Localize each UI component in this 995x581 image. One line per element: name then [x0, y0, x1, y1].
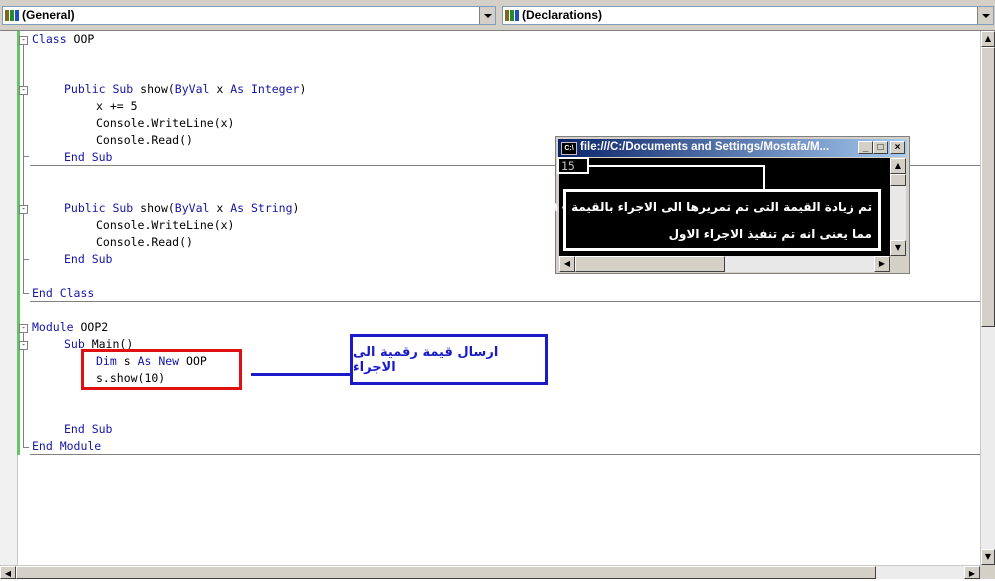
scroll-down-icon[interactable]: ▼ — [981, 549, 995, 565]
code-line[interactable]: Public Sub show(ByVal x As Integer) — [64, 81, 306, 98]
console-vertical-scrollbar[interactable]: ▲ ▼ — [890, 158, 906, 256]
maximize-button[interactable]: □ — [873, 141, 888, 154]
code-line[interactable]: Console.WriteLine(x) — [96, 217, 234, 234]
editor-vertical-scrollbar[interactable]: ▲ ▼ — [980, 31, 995, 565]
editor-gutter — [0, 31, 18, 565]
scroll-left-icon[interactable]: ◀ — [559, 256, 575, 272]
procedure-separator — [30, 301, 980, 302]
scroll-down-icon[interactable]: ▼ — [890, 240, 906, 256]
console-title: file:///C:/Documents and Settings/Mostaf… — [580, 141, 830, 153]
scroll-right-icon[interactable]: ▶ — [874, 256, 890, 272]
declarations-icon — [505, 10, 519, 21]
console-output-area[interactable]: 15 تم زيادة القيمة التى تم تمريرها الى ا… — [552, 157, 890, 256]
fold-guide — [23, 333, 24, 447]
fold-end — [23, 259, 29, 260]
fold-end — [23, 156, 29, 157]
object-combo[interactable]: (General) — [2, 6, 496, 25]
highlight-box-output — [557, 157, 589, 174]
code-line[interactable]: Console.Read() — [96, 234, 193, 251]
scroll-thumb[interactable] — [575, 256, 725, 272]
procedure-combo-value: (Declarations) — [522, 8, 603, 22]
code-editor[interactable]: - - - - - Class OOP Public Sub show(ByVa… — [0, 31, 980, 565]
chevron-down-icon[interactable] — [479, 7, 495, 24]
scrollbar-corner — [980, 565, 995, 579]
console-icon: C:\ — [561, 142, 577, 155]
code-line[interactable]: Module OOP2 — [32, 319, 108, 336]
code-line[interactable]: Class OOP — [32, 31, 94, 48]
annotation-note-call: ارسال قيمة رقمية الى الاجراء — [350, 334, 548, 385]
annotation-note-line: تم زيادة القيمة التى تم تمريرها الى الاج… — [552, 200, 872, 214]
code-line[interactable]: Public Sub show(ByVal x As String) — [64, 200, 299, 217]
annotation-connector — [763, 165, 765, 189]
scroll-thumb[interactable] — [16, 566, 876, 579]
annotation-note-text: ارسال قيمة رقمية الى الاجراء — [353, 344, 499, 375]
class-icon — [5, 10, 19, 21]
scroll-left-icon[interactable]: ◀ — [0, 566, 16, 579]
annotation-note-output: تم زيادة القيمة التى تم تمريرها الى الاج… — [552, 189, 881, 251]
code-line[interactable]: End Sub — [64, 421, 112, 438]
code-line[interactable]: End Class — [32, 285, 94, 302]
fold-end — [23, 293, 29, 294]
collapse-icon[interactable]: - — [19, 324, 28, 333]
console-horizontal-scrollbar[interactable]: ◀ ▶ — [559, 256, 890, 272]
code-line[interactable]: End Sub — [64, 251, 112, 268]
console-window[interactable]: C:\ file:///C:/Documents and Settings/Mo… — [552, 136, 910, 274]
collapse-icon[interactable]: - — [19, 341, 28, 350]
fold-guide — [23, 45, 24, 293]
code-line[interactable]: x += 5 — [96, 98, 138, 115]
minimize-button[interactable]: _ — [858, 141, 873, 154]
code-line[interactable]: Console.WriteLine(x) — [96, 115, 234, 132]
editor-toolbar: (General) (Declarations) — [0, 0, 995, 31]
fold-end — [23, 447, 29, 448]
procedure-combo[interactable]: (Declarations) — [502, 6, 994, 25]
procedure-separator — [30, 454, 980, 455]
scroll-up-icon[interactable]: ▲ — [981, 31, 995, 47]
collapse-icon[interactable]: - — [19, 86, 28, 95]
annotation-note-line: مما يعنى انه تم تنفيذ الاجراء الاول — [668, 227, 872, 241]
code-line[interactable]: End Module — [32, 438, 101, 455]
annotation-connector — [251, 373, 351, 376]
code-line[interactable]: Console.Read() — [96, 132, 193, 149]
scroll-up-icon[interactable]: ▲ — [890, 158, 906, 174]
console-titlebar[interactable]: C:\ file:///C:/Documents and Settings/Mo… — [558, 139, 907, 157]
scroll-thumb[interactable] — [890, 174, 906, 186]
highlight-box-call — [81, 349, 242, 390]
collapse-icon[interactable]: - — [19, 36, 28, 45]
code-line[interactable]: End Sub — [64, 149, 112, 166]
scroll-right-icon[interactable]: ▶ — [964, 566, 980, 579]
object-combo-value: (General) — [22, 8, 75, 22]
annotation-connector — [589, 165, 764, 167]
chevron-down-icon[interactable] — [977, 7, 993, 24]
collapse-icon[interactable]: - — [19, 205, 28, 214]
editor-horizontal-scrollbar[interactable]: ◀ ▶ — [0, 565, 980, 579]
close-button[interactable]: × — [890, 141, 905, 154]
scroll-thumb[interactable] — [981, 47, 995, 327]
